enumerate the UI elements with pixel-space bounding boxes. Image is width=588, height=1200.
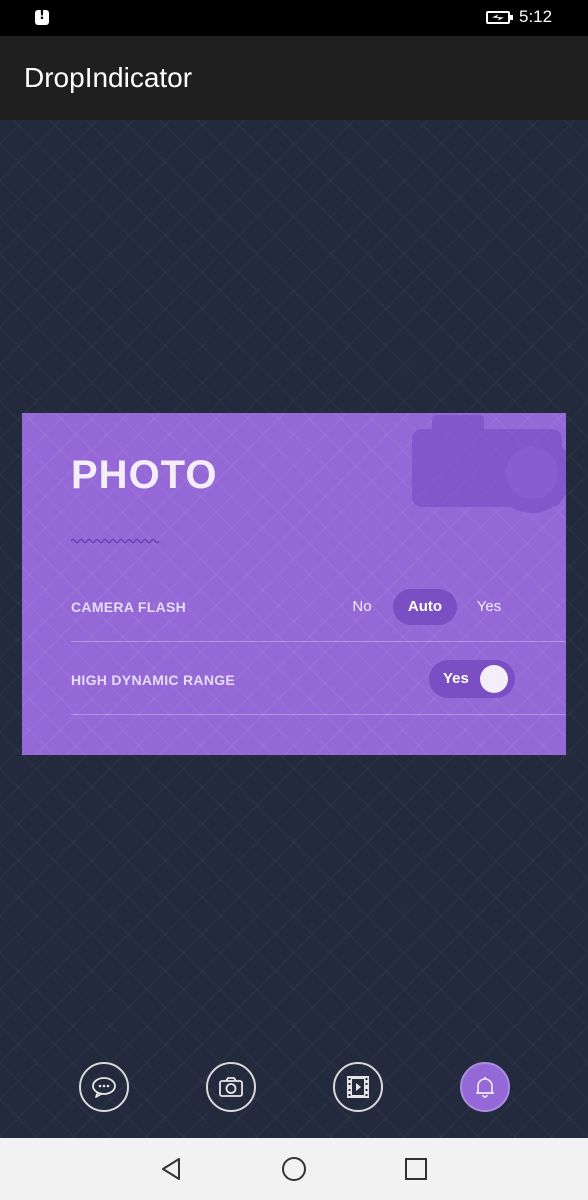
bell-icon	[476, 1077, 494, 1098]
system-nav-bar	[0, 1138, 588, 1200]
recents-icon	[405, 1158, 427, 1180]
row-divider	[71, 714, 566, 715]
home-icon	[282, 1157, 306, 1181]
tab-notifications[interactable]	[460, 1062, 510, 1112]
hdr-label: HIGH DYNAMIC RANGE	[71, 672, 236, 688]
photo-card: PHOTO CAMERA FLASH No Auto Yes HIGH DYNA…	[22, 413, 566, 755]
recents-button[interactable]	[400, 1153, 432, 1185]
camera-icon	[219, 1077, 243, 1097]
app-title: DropIndicator	[24, 62, 193, 93]
tab-chat[interactable]	[79, 1062, 129, 1112]
back-icon	[162, 1158, 180, 1180]
card-title: PHOTO	[71, 453, 218, 497]
home-button[interactable]	[278, 1153, 310, 1185]
battery-charging-icon	[486, 11, 513, 24]
app-bar: DropIndicator	[0, 36, 588, 120]
tab-photo[interactable]	[206, 1062, 256, 1112]
tab-video[interactable]	[333, 1062, 383, 1112]
hdr-toggle[interactable]: Yes	[429, 660, 515, 698]
status-bar: 5:12	[0, 0, 588, 36]
wave-divider	[71, 538, 160, 544]
hdr-toggle-label: Yes	[443, 670, 469, 687]
status-time: 5:12	[519, 7, 553, 26]
camera-icon	[412, 415, 566, 513]
chat-bubble-icon	[92, 1077, 116, 1098]
film-icon	[347, 1076, 369, 1098]
back-button[interactable]	[155, 1153, 187, 1185]
flash-option-no[interactable]: No	[338, 589, 386, 625]
camera-flash-label: CAMERA FLASH	[71, 599, 187, 615]
toggle-knob	[480, 665, 508, 693]
row-divider	[71, 641, 566, 642]
alert-icon	[35, 8, 49, 25]
flash-option-auto[interactable]: Auto	[393, 589, 457, 625]
flash-option-yes[interactable]: Yes	[465, 589, 513, 625]
